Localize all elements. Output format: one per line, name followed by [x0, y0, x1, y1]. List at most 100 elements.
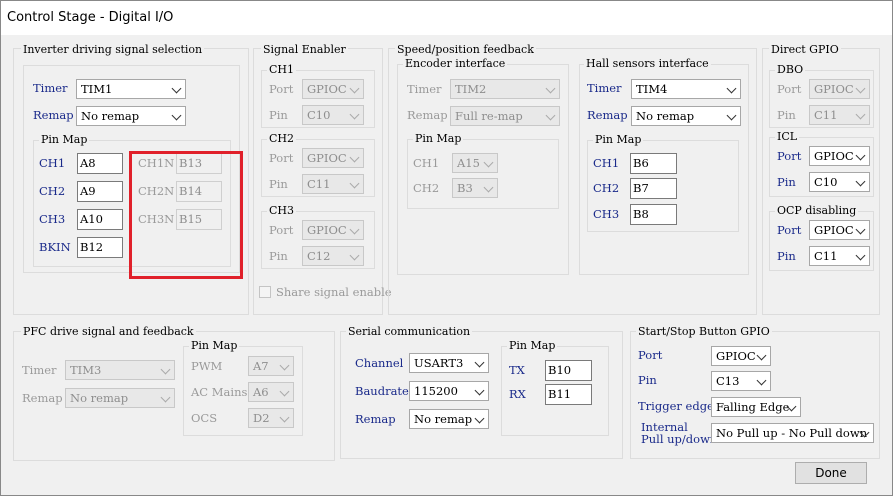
chevron-down-icon	[756, 375, 767, 386]
chevron-down-icon	[349, 83, 360, 94]
pfc-acmains-select: A6	[248, 382, 294, 402]
pfc-ocs-select: D2	[248, 408, 294, 428]
dbo-port-select: GPIOC	[809, 79, 870, 99]
pfc-pwm-label: PWM	[191, 359, 223, 373]
inverter-ch2-value: A9	[80, 184, 96, 198]
inverter-ch1-value: A8	[80, 156, 96, 170]
hall-remap-label: Remap	[587, 108, 628, 122]
ocp-pin-select[interactable]: C11	[809, 246, 870, 266]
serial-channel-select[interactable]: USART3	[409, 353, 489, 373]
chevron-down-icon	[474, 385, 485, 396]
hall-ch3-field[interactable]: B8	[630, 204, 677, 225]
serial-channel-value: USART3	[414, 356, 464, 370]
se-ch2-port-select: GPIOC	[302, 148, 364, 168]
hall-timer-label: Timer	[587, 81, 622, 95]
pfc-timer-label: Timer	[22, 363, 57, 377]
pfc-remap-select: No remap	[65, 388, 175, 408]
encoder-ch2-value: B3	[457, 181, 473, 195]
serial-rx-value: B11	[548, 387, 572, 401]
icl-pin-label: Pin	[777, 175, 796, 189]
share-signal-enable-checkbox[interactable]	[259, 286, 271, 298]
encoder-remap-select: Full re-map	[450, 106, 560, 126]
background-strip	[0, 496, 893, 504]
pfc-title: PFC drive signal and feedback	[21, 325, 196, 339]
chevron-down-icon	[483, 157, 494, 168]
serial-remap-value: No remap	[414, 412, 473, 426]
ocp-port-select[interactable]: GPIOC	[809, 220, 870, 240]
inverter-ch1-field[interactable]: A8	[77, 153, 123, 174]
chevron-down-icon	[349, 178, 360, 189]
serial-rx-label: RX	[509, 387, 526, 401]
startstop-trigger-select[interactable]: Falling Edge	[711, 397, 801, 417]
se-ch2-pin-value: C11	[307, 177, 331, 191]
hall-ch1-label: CH1	[593, 156, 620, 170]
chevron-down-icon	[855, 224, 866, 235]
dbo-port-label: Port	[777, 82, 802, 96]
chevron-down-icon	[160, 392, 171, 403]
inverter-bkin-value: B12	[80, 240, 104, 254]
highlight-box	[129, 151, 243, 279]
hall-timer-select[interactable]: TIM4	[631, 79, 741, 99]
se-ch1-pin-label: Pin	[269, 108, 288, 122]
encoder-ch2-label: CH2	[413, 181, 440, 195]
direct-gpio-title: Direct GPIO	[769, 43, 841, 57]
chevron-down-icon	[545, 83, 556, 94]
startstop-trigger-value: Falling Edge	[716, 400, 790, 414]
se-ch1-pin-value: C10	[307, 108, 331, 122]
serial-remap-select[interactable]: No remap	[409, 409, 489, 429]
se-ch1-title: CH1	[267, 63, 297, 77]
chevron-down-icon	[726, 83, 737, 94]
inverter-bkin-field[interactable]: B12	[77, 237, 123, 258]
ocp-port-label: Port	[777, 223, 802, 237]
chevron-down-icon	[474, 357, 485, 368]
title-bar: Control Stage - Digital I/O	[1, 1, 892, 35]
pfc-pwm-select: A7	[248, 356, 294, 376]
dbo-title: DBO	[775, 63, 806, 77]
se-ch3-pin-select: C12	[302, 246, 364, 266]
inverter-timer-select[interactable]: TIM1	[76, 79, 186, 99]
chevron-down-icon	[855, 250, 866, 261]
pfc-remap-value: No remap	[70, 391, 129, 405]
serial-remap-label: Remap	[355, 412, 396, 426]
hall-ch2-field[interactable]: B7	[630, 178, 677, 199]
inverter-timer-label: Timer	[33, 81, 68, 95]
startstop-pin-label: Pin	[638, 373, 657, 387]
icl-port-value: GPIOC	[814, 149, 854, 163]
serial-pinmap-title: Pin Map	[507, 339, 558, 353]
icl-port-select[interactable]: GPIOC	[809, 146, 870, 166]
pfc-pwm-value: A7	[253, 359, 269, 373]
signal-enabler-title: Signal Enabler	[261, 43, 348, 57]
inverter-remap-select[interactable]: No remap	[76, 106, 186, 126]
inverter-remap-value: No remap	[81, 109, 140, 123]
chevron-down-icon	[171, 110, 182, 121]
dbo-pin-select: C11	[809, 105, 870, 125]
encoder-ch1-label: CH1	[413, 156, 440, 170]
chevron-down-icon	[349, 109, 360, 120]
chevron-down-icon	[349, 152, 360, 163]
pfc-pinmap-title: Pin Map	[189, 339, 240, 353]
startstop-pull-select[interactable]: No Pull up - No Pull down	[711, 423, 874, 443]
hall-remap-select[interactable]: No remap	[631, 106, 741, 126]
icl-port-label: Port	[777, 149, 802, 163]
startstop-port-value: GPIOC	[716, 349, 756, 363]
se-ch2-port-value: GPIOC	[307, 151, 347, 165]
se-ch1-port-select: GPIOC	[302, 79, 364, 99]
inverter-pinmap-title: Pin Map	[39, 133, 90, 147]
serial-tx-value: B10	[548, 363, 572, 377]
digital-io-window: Control Stage - Digital I/O Inverter dri…	[0, 0, 893, 496]
done-button[interactable]: Done	[795, 462, 867, 484]
chevron-down-icon	[855, 150, 866, 161]
inverter-ch3-field[interactable]: A10	[77, 209, 123, 230]
startstop-pin-select[interactable]: C13	[711, 371, 771, 391]
startstop-port-select[interactable]: GPIOC	[711, 346, 771, 366]
serial-tx-field[interactable]: B10	[545, 360, 592, 381]
chevron-down-icon	[855, 109, 866, 120]
se-ch2-port-label: Port	[269, 151, 294, 165]
inverter-ch2-field[interactable]: A9	[77, 181, 123, 202]
hall-ch1-field[interactable]: B6	[630, 153, 677, 174]
serial-rx-field[interactable]: B11	[545, 384, 592, 405]
serial-baud-select[interactable]: 115200	[409, 381, 489, 401]
pfc-remap-label: Remap	[22, 391, 63, 405]
icl-pin-select[interactable]: C10	[809, 172, 870, 192]
encoder-title: Encoder interface	[403, 57, 508, 71]
